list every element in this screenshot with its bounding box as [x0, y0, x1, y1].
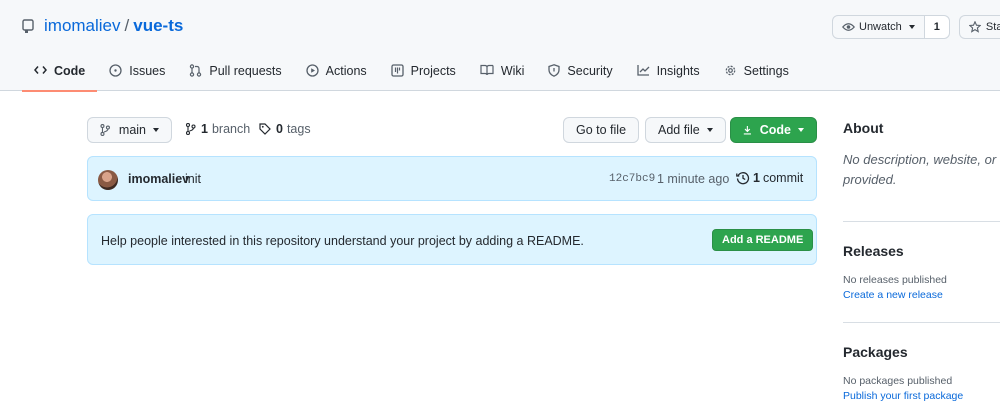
tab-insights[interactable]: Insights: [625, 54, 712, 91]
tag-count: 0: [276, 122, 283, 136]
star-label: Sta: [985, 21, 1000, 33]
repo-actions: Unwatch 1 Sta: [832, 15, 1000, 39]
readme-prompt-text: Help people interested in this repositor…: [101, 234, 584, 248]
tab-label: Insights: [656, 64, 700, 78]
code-icon: [34, 66, 47, 74]
commit-time: 1 minute ago: [657, 172, 730, 186]
branch-count: 1: [201, 122, 208, 136]
shield-icon: [548, 64, 561, 77]
branch-icon: [100, 124, 110, 136]
graph-icon: [636, 65, 650, 76]
repo-separator: /: [124, 16, 130, 35]
code-button[interactable]: Code: [730, 117, 817, 143]
project-icon: [391, 64, 404, 77]
branch-icon: [185, 123, 196, 135]
watch-count[interactable]: 1: [923, 16, 949, 38]
sidebar-divider: [843, 221, 1000, 222]
readme-prompt: Help people interested in this repositor…: [87, 214, 817, 265]
tab-label: Wiki: [500, 64, 525, 78]
latest-commit-bar: imomaliev init 12c7bc9 1 minute ago 1 co…: [87, 156, 817, 201]
branch-label: branch: [211, 122, 251, 136]
tab-label: Issues: [129, 64, 166, 78]
releases-empty-text: No releases published: [843, 274, 947, 286]
releases-heading[interactable]: Releases: [843, 243, 904, 259]
history-icon: [736, 172, 750, 185]
tag-label: tags: [286, 122, 311, 136]
repo-nav-tabs: Code Issues Pull requests Actions Projec…: [22, 54, 801, 92]
issue-icon: [109, 64, 122, 77]
tab-security[interactable]: Security: [536, 54, 624, 91]
play-icon: [306, 64, 319, 77]
repo-name-link[interactable]: vue-ts: [133, 16, 183, 36]
branch-select[interactable]: main: [87, 117, 172, 143]
eye-icon: [842, 23, 855, 31]
tab-label: Actions: [325, 64, 367, 78]
commit-count-label: commit: [762, 171, 804, 185]
packages-empty-text: No packages published: [843, 375, 953, 387]
about-description: No description, website, or provided.: [843, 152, 997, 187]
chevron-down-icon: [798, 128, 804, 132]
pull-request-icon: [190, 64, 202, 77]
sidebar-divider: [843, 322, 1000, 323]
create-release-link[interactable]: Create a new release: [843, 289, 943, 301]
tab-actions[interactable]: Actions: [294, 54, 379, 91]
code-button-label: Code: [759, 123, 791, 137]
watch-label: Unwatch: [859, 21, 902, 33]
chevron-down-icon: [706, 128, 713, 132]
tags-link[interactable]: 0 tags: [259, 122, 311, 136]
repo-header: imomaliev / vue-ts Unwatch 1 Sta Code Is…: [0, 0, 1000, 92]
commit-sha[interactable]: 12c7bc9: [609, 173, 655, 185]
gear-icon: [725, 65, 736, 76]
packages-heading[interactable]: Packages: [843, 344, 908, 360]
chevron-down-icon: [153, 128, 159, 132]
commit-history-link[interactable]: 1 commit: [736, 171, 803, 185]
tab-code[interactable]: Code: [22, 54, 98, 92]
tab-label: Settings: [743, 64, 789, 78]
add-file-label: Add file: [658, 123, 700, 137]
tag-icon: [259, 123, 271, 135]
chevron-down-icon: [908, 25, 915, 29]
watch-button-group: Unwatch 1: [832, 15, 950, 39]
watch-button[interactable]: Unwatch: [833, 16, 924, 38]
tab-wiki[interactable]: Wiki: [468, 54, 537, 91]
tab-pull-requests[interactable]: Pull requests: [177, 54, 293, 91]
commit-author[interactable]: imomaliev: [128, 172, 189, 186]
publish-package-link[interactable]: Publish your first package: [843, 390, 963, 402]
star-icon: [968, 21, 981, 33]
tab-label: Projects: [410, 64, 456, 78]
star-button[interactable]: Sta: [958, 15, 1000, 39]
about-heading: About: [843, 120, 884, 136]
add-file-button[interactable]: Add file: [645, 117, 726, 143]
book-icon: [480, 64, 494, 76]
tab-label: Code: [54, 64, 86, 78]
tab-label: Pull requests: [209, 64, 282, 78]
tab-label: Security: [567, 64, 613, 78]
branch-select-label: main: [118, 123, 146, 137]
go-to-file-button[interactable]: Go to file: [563, 117, 640, 143]
tab-issues[interactable]: Issues: [97, 54, 177, 91]
repo-icon: [22, 19, 34, 33]
branches-link[interactable]: 1 branch: [185, 122, 250, 136]
tab-settings[interactable]: Settings: [712, 54, 801, 91]
add-readme-button[interactable]: Add a README: [712, 229, 814, 251]
avatar[interactable]: [98, 170, 118, 190]
download-icon: [743, 126, 751, 135]
tab-projects[interactable]: Projects: [379, 54, 468, 91]
commit-count: 1: [753, 171, 760, 185]
repo-title: imomaliev / vue-ts: [22, 15, 183, 37]
repo-owner-link[interactable]: imomaliev: [44, 16, 121, 36]
commit-message[interactable]: init: [185, 172, 201, 186]
